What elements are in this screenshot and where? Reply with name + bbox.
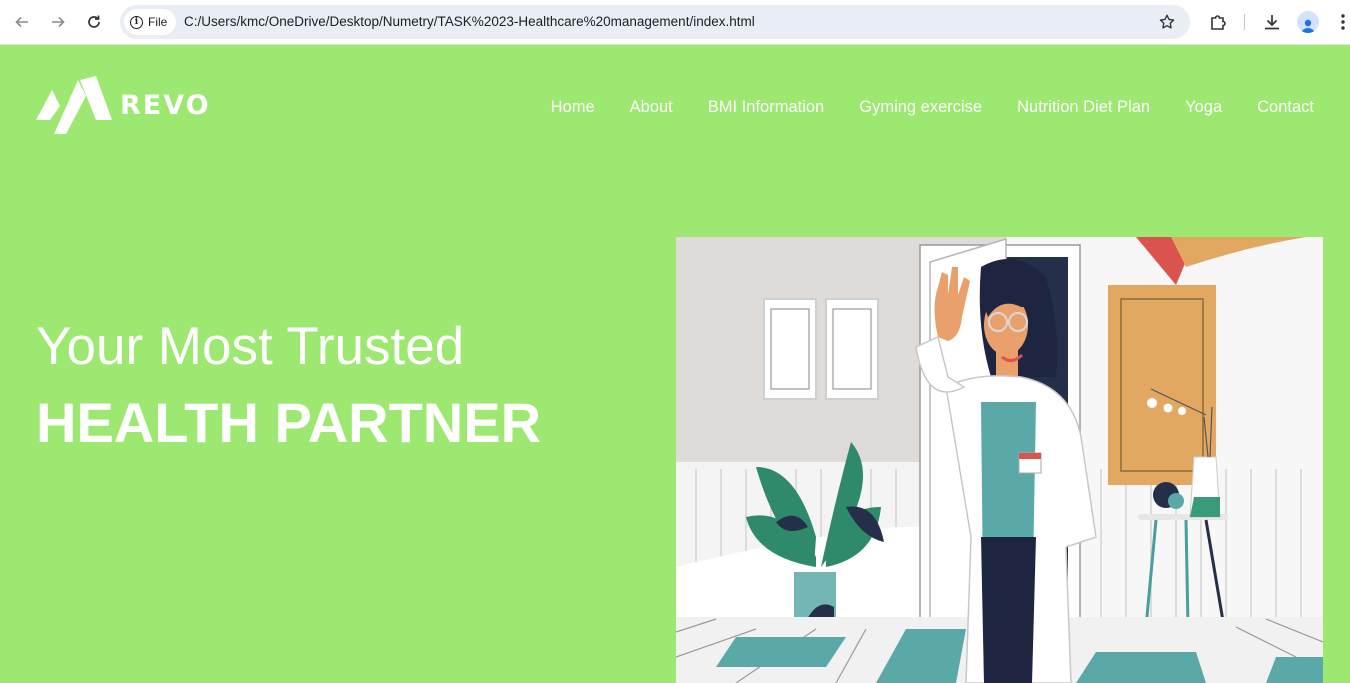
extensions-button[interactable] (1206, 10, 1230, 34)
main-navigation: Home About BMI Information Gyming exerci… (551, 98, 1314, 117)
reload-icon (88, 15, 100, 28)
toolbar-separator (1244, 14, 1245, 30)
logo-mark-icon (36, 76, 112, 134)
nav-bmi-information[interactable]: BMI Information (708, 98, 824, 117)
forward-button[interactable] (45, 9, 71, 35)
info-icon: i (130, 15, 143, 29)
nav-gyming-exercise[interactable]: Gyming exercise (859, 98, 982, 117)
back-arrow-icon (15, 16, 28, 28)
forward-arrow-icon (52, 16, 65, 28)
download-icon (1265, 15, 1279, 30)
browser-toolbar: i File C:/Users/kmc/OneDrive/Desktop/Num… (0, 0, 1350, 45)
site-info-chip[interactable]: i File (124, 9, 177, 35)
browser-menu-button[interactable] (1331, 10, 1350, 34)
back-button[interactable] (9, 9, 35, 35)
doctor-illustration (676, 237, 1323, 683)
address-bar[interactable]: i File C:/Users/kmc/OneDrive/Desktop/Num… (120, 5, 1190, 39)
file-label: File (148, 15, 168, 29)
menu-dots-icon (1341, 14, 1345, 30)
nav-about[interactable]: About (630, 98, 673, 117)
nav-contact[interactable]: Contact (1257, 98, 1314, 117)
logo-text: REVO (120, 89, 211, 121)
nav-nutrition-diet-plan[interactable]: Nutrition Diet Plan (1017, 98, 1150, 117)
site-logo[interactable]: REVO (36, 76, 211, 134)
profile-icon[interactable] (1297, 11, 1319, 33)
hero-subtitle: HEALTH PARTNER (36, 391, 542, 454)
nav-yoga[interactable]: Yoga (1185, 98, 1222, 117)
url-text[interactable]: C:/Users/kmc/OneDrive/Desktop/Numetry/TA… (184, 14, 755, 29)
download-button[interactable] (1260, 10, 1284, 34)
extensions-icon (1211, 15, 1226, 30)
star-icon[interactable] (1158, 13, 1176, 31)
nav-home[interactable]: Home (551, 98, 595, 117)
hero-title: Your Most Trusted (36, 317, 465, 376)
reload-button[interactable] (81, 9, 107, 35)
